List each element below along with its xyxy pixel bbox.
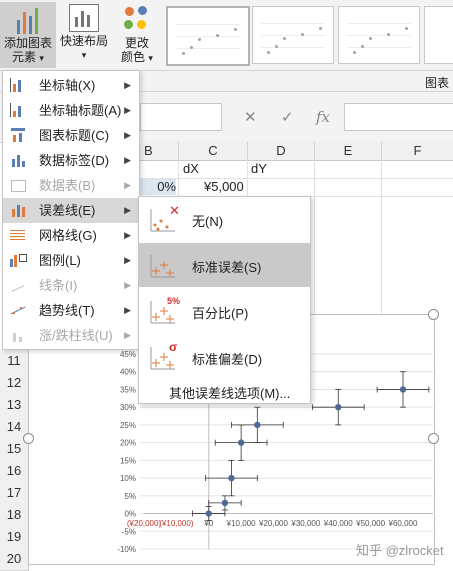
- name-box[interactable]: [140, 103, 222, 131]
- standard-error-icon: [149, 251, 177, 279]
- quick-layout-icon: [69, 4, 99, 32]
- submenu-item-percentage[interactable]: 5% 百分比(P): [139, 289, 310, 333]
- y-tick-label: 35%: [120, 385, 136, 394]
- palette-icon: [122, 4, 152, 34]
- cell-b-value[interactable]: 0%: [140, 179, 176, 195]
- y-tick-label: 10%: [120, 474, 136, 483]
- y-tick-label: -5%: [122, 527, 136, 536]
- chart-style-thumb-1[interactable]: [166, 6, 250, 66]
- gridlines-icon: [10, 228, 26, 242]
- resize-handle[interactable]: [428, 309, 439, 320]
- axes-icon: [10, 78, 26, 92]
- data-point: [221, 499, 229, 507]
- data-point: [335, 403, 342, 411]
- data-point: [399, 386, 407, 393]
- chart-title-icon: [10, 128, 26, 142]
- error-bars-icon: [10, 203, 26, 217]
- chart-style-thumb-4[interactable]: [424, 6, 453, 64]
- insert-function-icon[interactable]: fx: [316, 108, 330, 126]
- x-tick-label: ¥30,000: [290, 519, 320, 528]
- x-tick-label: ¥10,000: [226, 519, 256, 528]
- row-header[interactable]: 20: [0, 548, 29, 571]
- row-header[interactable]: 17: [0, 482, 29, 505]
- chart-style-thumb-2[interactable]: [252, 6, 334, 64]
- y-tick-label: 20%: [120, 439, 136, 448]
- x-tick-label: ¥60,000: [388, 519, 418, 528]
- cell-c-value[interactable]: ¥5,000: [204, 179, 244, 194]
- add-chart-element-label: 添加图表: [3, 36, 52, 50]
- menu-item-data-labels[interactable]: 数据标签(D) ▶: [3, 148, 139, 173]
- y-tick-label: 15%: [120, 456, 136, 465]
- formula-input[interactable]: [344, 103, 453, 131]
- trendline-icon: [10, 303, 26, 317]
- y-tick-label: -10%: [117, 545, 136, 554]
- submenu-item-standard-error[interactable]: 标准误差(S): [139, 243, 310, 287]
- menu-item-gridlines[interactable]: 网格线(G) ▶: [3, 223, 139, 248]
- column-header-f[interactable]: F: [382, 142, 453, 161]
- y-tick-label: 40%: [120, 368, 136, 377]
- add-chart-element-button[interactable]: 添加图表 元素 ▾: [0, 2, 56, 68]
- quick-layout-button[interactable]: 快速布局 ▾: [58, 2, 110, 68]
- data-point: [205, 510, 212, 517]
- resize-handle[interactable]: [23, 433, 34, 444]
- y-tick-label: 30%: [120, 403, 136, 412]
- submenu-item-standard-deviation[interactable]: σ 标准偏差(D): [139, 335, 310, 379]
- cell-d-header[interactable]: dY: [251, 161, 267, 176]
- menu-item-lines[interactable]: 线条(I) ▶: [3, 273, 139, 298]
- standard-deviation-icon: σ: [150, 340, 178, 370]
- percentage-icon: 5%: [150, 296, 181, 324]
- menu-item-trendline[interactable]: 趋势线(T) ▶: [3, 298, 139, 323]
- row-header[interactable]: 18: [0, 504, 29, 527]
- column-header-e[interactable]: E: [315, 142, 382, 161]
- x-tick-label: (¥20,000): [127, 519, 162, 528]
- ribbon: 添加图表 元素 ▾ 快速布局 ▾ 更改 颜色 ▾: [0, 0, 453, 71]
- y-tick-label: 0%: [124, 510, 136, 519]
- data-point: [254, 421, 261, 429]
- x-tick-label: ¥40,000: [323, 519, 353, 528]
- row-header[interactable]: 13: [0, 394, 29, 417]
- enter-icon[interactable]: ✓: [281, 108, 294, 126]
- y-tick-label: 45%: [120, 350, 136, 359]
- row-header[interactable]: 12: [0, 372, 29, 395]
- cell-c-header[interactable]: dX: [183, 161, 199, 176]
- add-chart-element-menu: 坐标轴(X) ▶ 坐标轴标题(A) ▶ 图表标题(C) ▶ 数据标签(D) ▶ 数据表(…: [2, 70, 140, 350]
- chart-style-thumb-3[interactable]: [338, 6, 420, 64]
- data-point: [237, 439, 245, 446]
- menu-item-chart-title[interactable]: 图表标题(C) ▶: [3, 123, 139, 148]
- axis-titles-icon: [10, 103, 26, 117]
- submenu-item-none[interactable]: ✕ 无(N): [139, 197, 310, 241]
- menu-item-error-bars[interactable]: 误差线(E) ▶: [3, 198, 139, 223]
- x-tick-label: ¥50,000: [355, 519, 385, 528]
- watermark: 知乎 @zlrocket: [356, 543, 444, 558]
- cancel-icon[interactable]: ✕: [244, 108, 257, 126]
- legend-icon: [10, 253, 27, 267]
- data-table-icon: [10, 178, 26, 192]
- y-tick-label: 25%: [120, 421, 136, 430]
- resize-handle[interactable]: [428, 433, 439, 444]
- column-header-d[interactable]: D: [248, 142, 315, 161]
- x-tick-label: ¥20,000: [258, 519, 288, 528]
- data-point: [228, 474, 235, 482]
- menu-item-legend[interactable]: 图例(L) ▶: [3, 248, 139, 273]
- row-header[interactable]: 16: [0, 460, 29, 483]
- data-labels-icon: [10, 153, 26, 167]
- column-header-c[interactable]: C: [179, 142, 248, 161]
- no-error-bars-icon: ✕: [149, 204, 180, 233]
- menu-item-axis-titles[interactable]: 坐标轴标题(A) ▶: [3, 98, 139, 123]
- menu-item-data-table[interactable]: 数据表(B) ▶: [3, 173, 139, 198]
- row-header[interactable]: 11: [0, 350, 29, 373]
- error-bars-submenu: ✕ 无(N) 标准误差(S) 5% 百分比(P) σ 标准偏差(D) 其他误差线…: [138, 196, 311, 404]
- up-down-bars-icon: [10, 328, 26, 342]
- lines-icon: [10, 278, 26, 292]
- x-tick-label: (¥10,000): [159, 519, 194, 528]
- change-colors-button[interactable]: 更改 颜色 ▾: [116, 2, 158, 68]
- add-chart-element-icon: [13, 4, 43, 34]
- menu-item-axes[interactable]: 坐标轴(X) ▶: [3, 73, 139, 98]
- menu-item-up-down-bars[interactable]: 涨/跌柱线(U) ▶: [3, 323, 139, 348]
- row-header[interactable]: 19: [0, 526, 29, 549]
- more-error-bar-options[interactable]: 其他误差线选项(M)...: [169, 383, 290, 402]
- chart-styles-group-label: 图表: [424, 76, 449, 90]
- y-tick-label: 5%: [124, 492, 136, 501]
- quick-layout-label: 快速布局: [59, 34, 108, 48]
